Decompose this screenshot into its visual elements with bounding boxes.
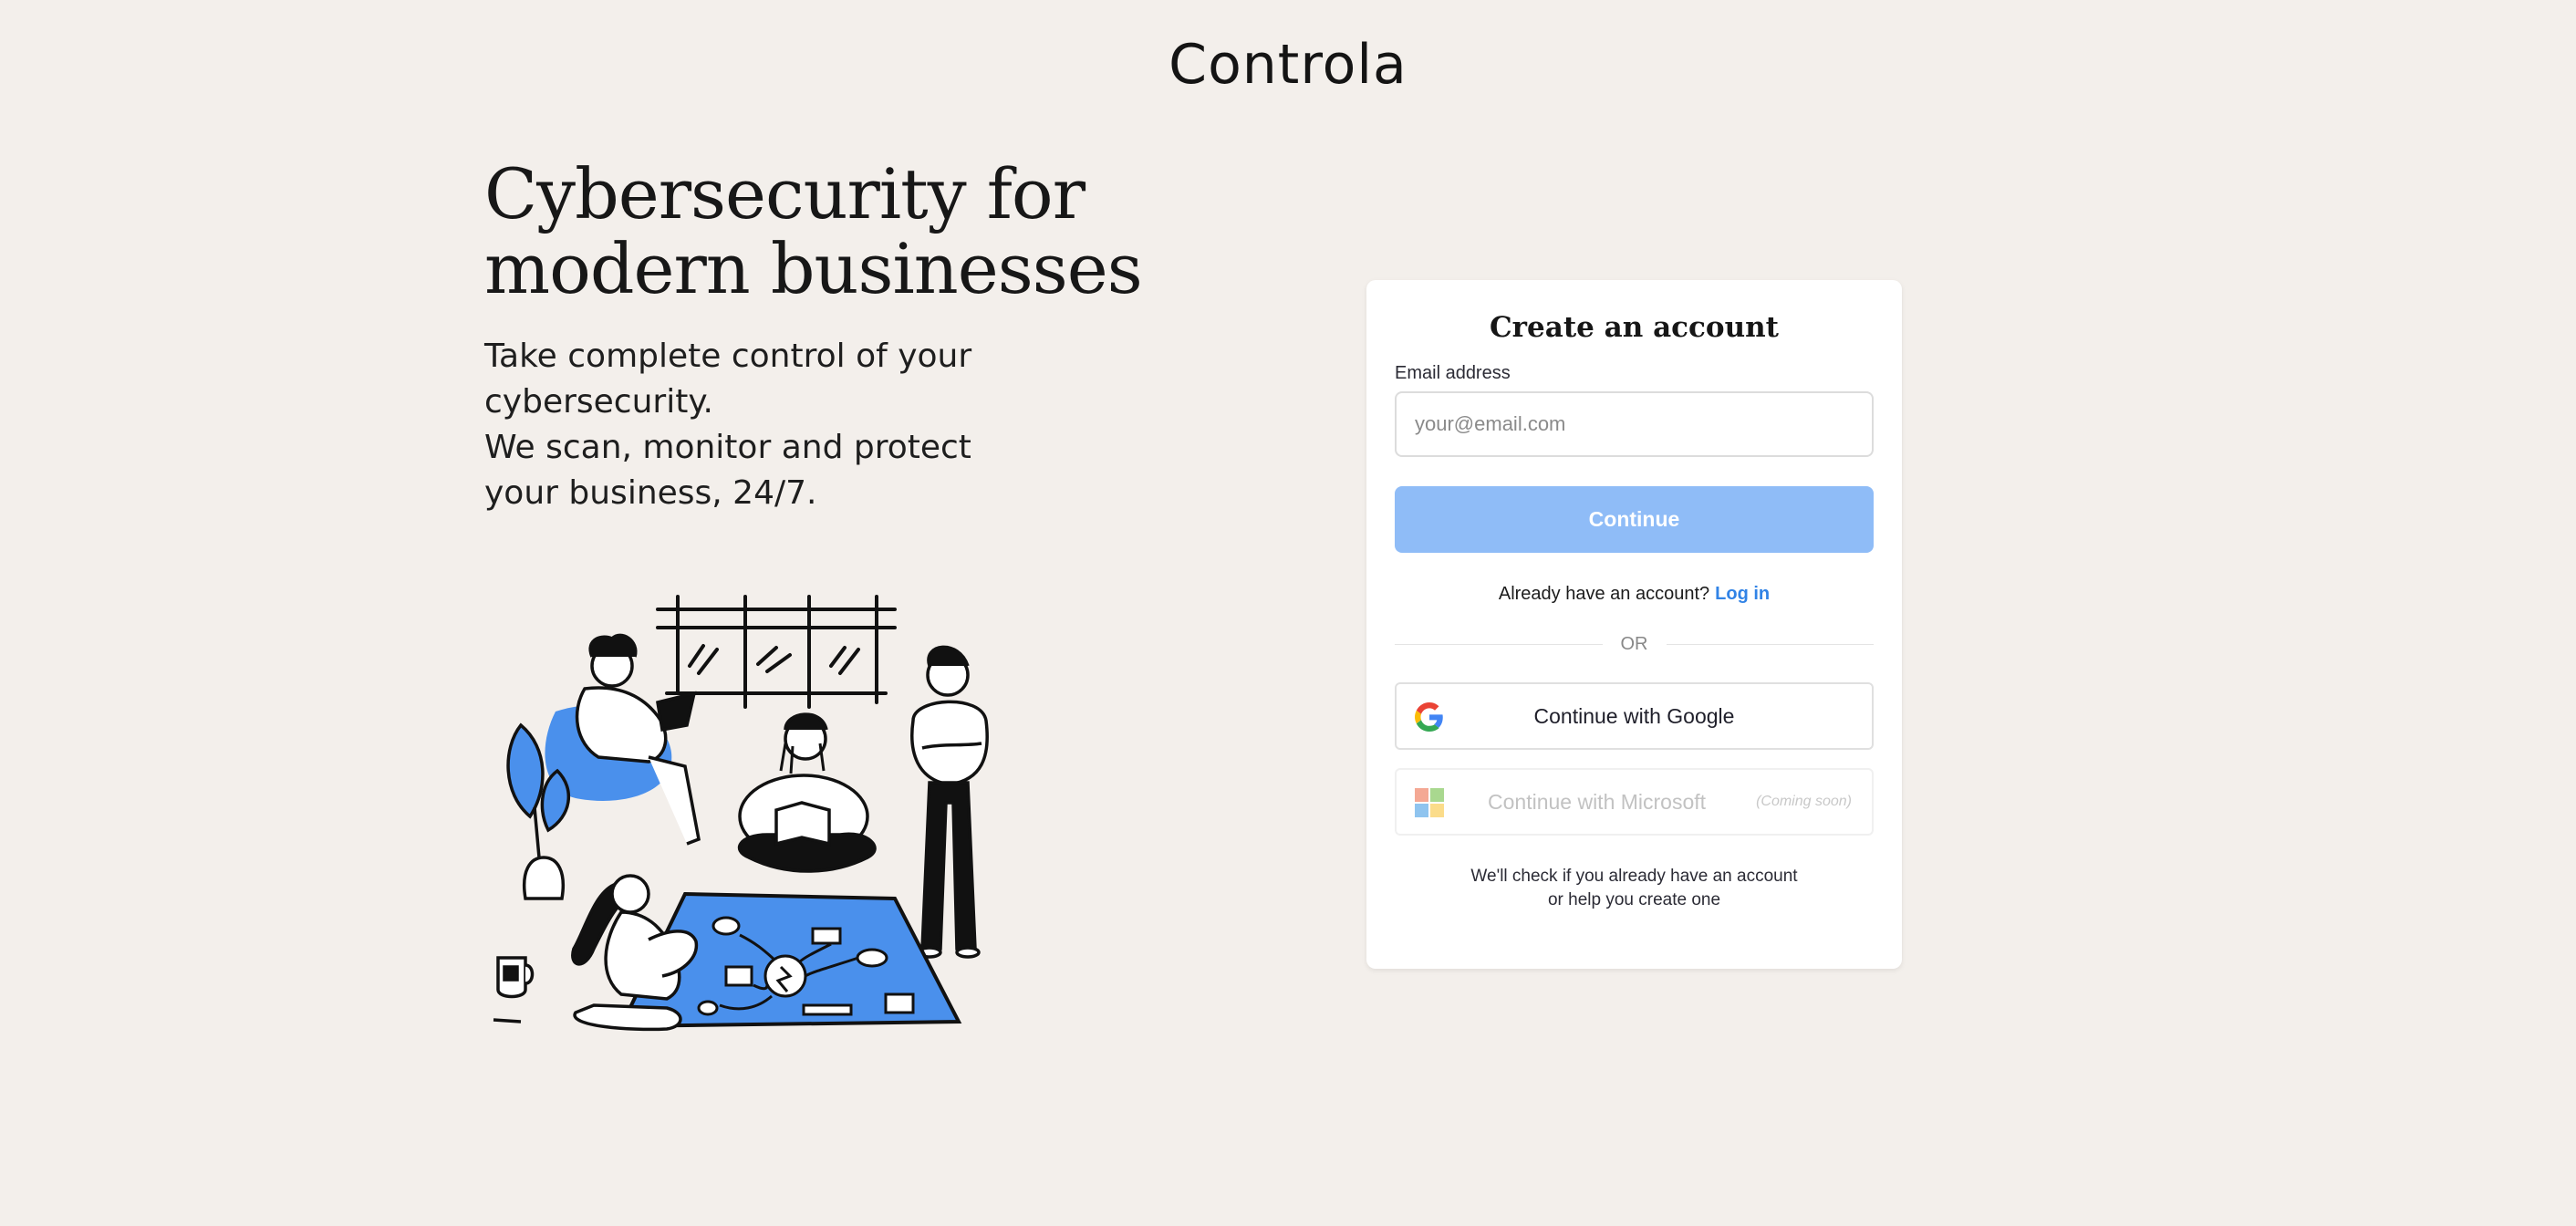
hero-headline: Cybersecurity for modern businesses bbox=[484, 157, 1178, 306]
login-row: Already have an account? Log in bbox=[1395, 582, 1874, 606]
login-prompt: Already have an account? bbox=[1498, 584, 1710, 604]
hero-headline-line2: modern businesses bbox=[484, 228, 1143, 309]
coming-soon-badge: (Coming soon) bbox=[1756, 794, 1852, 809]
footnote-line2: or help you create one bbox=[1547, 890, 1721, 909]
google-logo-icon bbox=[1415, 702, 1444, 732]
signup-footnote: We'll check if you already have an accou… bbox=[1395, 865, 1874, 912]
microsoft-signin-button: Continue with Microsoft (Coming soon) bbox=[1395, 768, 1874, 836]
signup-card: Create an account Email address Continue… bbox=[1366, 280, 1902, 969]
google-signin-label: Continue with Google bbox=[1533, 703, 1735, 728]
hero-headline-line1: Cybersecurity for bbox=[484, 153, 1085, 234]
signup-title: Create an account bbox=[1490, 311, 1779, 344]
brand-logo[interactable]: Controla bbox=[0, 33, 2576, 97]
login-link[interactable]: Log in bbox=[1715, 584, 1770, 604]
footnote-line1: We'll check if you already have an accou… bbox=[1470, 867, 1798, 886]
team-illustration bbox=[493, 595, 989, 1032]
email-input[interactable] bbox=[1395, 391, 1874, 457]
email-label: Email address bbox=[1395, 363, 1511, 383]
hero-subtitle-line1: Take complete control of your cybersecur… bbox=[484, 338, 972, 421]
divider-line-left bbox=[1395, 643, 1603, 645]
hero-subtitle-line2: We scan, monitor and protect your busine… bbox=[484, 429, 971, 512]
divider-line-right bbox=[1666, 643, 1874, 645]
google-signin-button[interactable]: Continue with Google bbox=[1395, 682, 1874, 750]
or-divider-label: OR bbox=[1620, 633, 1648, 654]
hero-section: Cybersecurity for modern businesses Take… bbox=[484, 157, 1178, 516]
microsoft-signin-label: Continue with Microsoft bbox=[1488, 789, 1707, 814]
hero-subtitle: Take complete control of your cybersecur… bbox=[484, 334, 1050, 516]
microsoft-logo-icon bbox=[1415, 788, 1444, 817]
or-divider: OR bbox=[1395, 633, 1874, 655]
continue-button[interactable]: Continue bbox=[1395, 486, 1874, 553]
